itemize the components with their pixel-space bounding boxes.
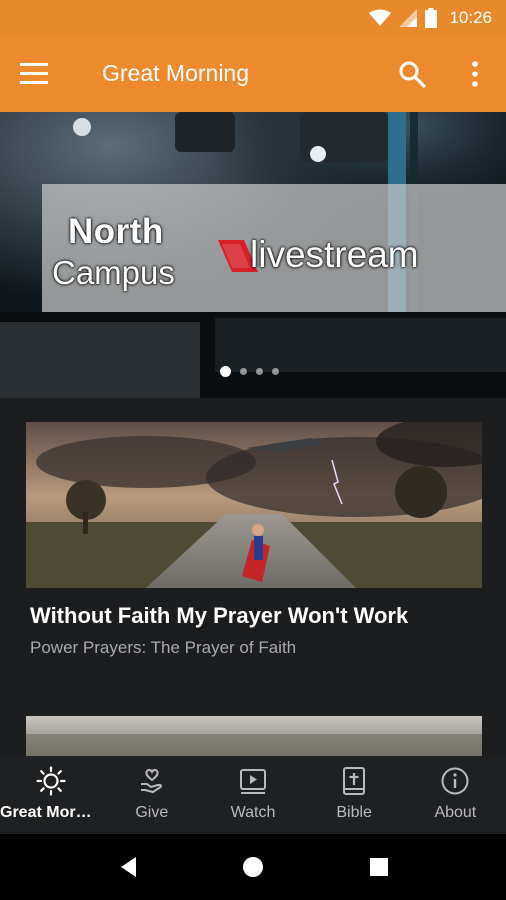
video-play-icon <box>239 769 266 794</box>
banner-campus: Campus <box>52 254 175 291</box>
search-icon <box>399 61 426 88</box>
sermon-card-partial[interactable] <box>26 716 482 756</box>
banner-north: North <box>68 212 164 251</box>
give-hand-heart-icon <box>140 768 162 793</box>
nav-item-about[interactable]: About <box>405 756 506 834</box>
hero-banner: North Campus livestream <box>42 184 506 312</box>
nav-item-bible[interactable]: Bible <box>304 756 405 834</box>
nav-item-watch[interactable]: Watch <box>202 756 303 834</box>
nav-label: Give <box>135 804 169 821</box>
sun-icon <box>35 766 66 796</box>
cell-signal-icon <box>399 9 418 27</box>
search-button[interactable] <box>394 56 430 92</box>
nav-label: About <box>434 804 477 821</box>
app-bar: Great Morning <box>0 36 506 112</box>
back-icon[interactable] <box>114 852 144 882</box>
battery-icon <box>425 8 438 28</box>
carousel-dot[interactable] <box>220 366 231 377</box>
sermon-card-thumbnail <box>26 422 482 588</box>
recents-icon[interactable] <box>364 852 394 882</box>
menu-button[interactable] <box>20 56 60 92</box>
system-navigation-bar <box>0 834 506 900</box>
sermon-card-image <box>26 422 482 588</box>
status-time: 10:26 <box>449 8 492 27</box>
wifi-icon <box>369 9 392 26</box>
carousel-dot[interactable] <box>240 368 247 375</box>
status-bar: 10:26 <box>0 0 506 36</box>
home-icon[interactable] <box>238 852 268 882</box>
sermon-card-thumbnail-partial <box>26 716 482 756</box>
page-title: Great Morning <box>102 60 250 86</box>
nav-label: Watch <box>230 804 276 821</box>
info-icon <box>441 767 469 795</box>
more-options-button[interactable] <box>462 56 488 92</box>
carousel-dot[interactable] <box>272 368 279 375</box>
status-icons: 10:26 <box>369 6 492 30</box>
carousel-dots <box>220 366 279 377</box>
sermon-card-subtitle: Power Prayers: The Prayer of Faith <box>30 638 297 657</box>
nav-item-great-morning[interactable]: Great Morni… <box>0 756 101 834</box>
nav-item-give[interactable]: Give <box>101 756 202 834</box>
hamburger-menu-icon <box>20 63 48 84</box>
sermon-card[interactable]: Without Faith My Prayer Won't Work Power… <box>26 422 482 678</box>
bible-cross-icon <box>343 767 366 795</box>
nav-label: Great Morni… <box>0 804 102 821</box>
bottom-navigation: Great Morni… Give Watch Bible About <box>0 756 506 834</box>
nav-label: Bible <box>336 804 372 821</box>
hero-carousel[interactable]: North Campus livestream <box>0 112 506 398</box>
more-vert-icon <box>472 61 478 87</box>
sermon-card-title: Without Faith My Prayer Won't Work <box>30 603 409 628</box>
banner-livestream: livestream <box>250 234 419 275</box>
carousel-dot[interactable] <box>256 368 263 375</box>
